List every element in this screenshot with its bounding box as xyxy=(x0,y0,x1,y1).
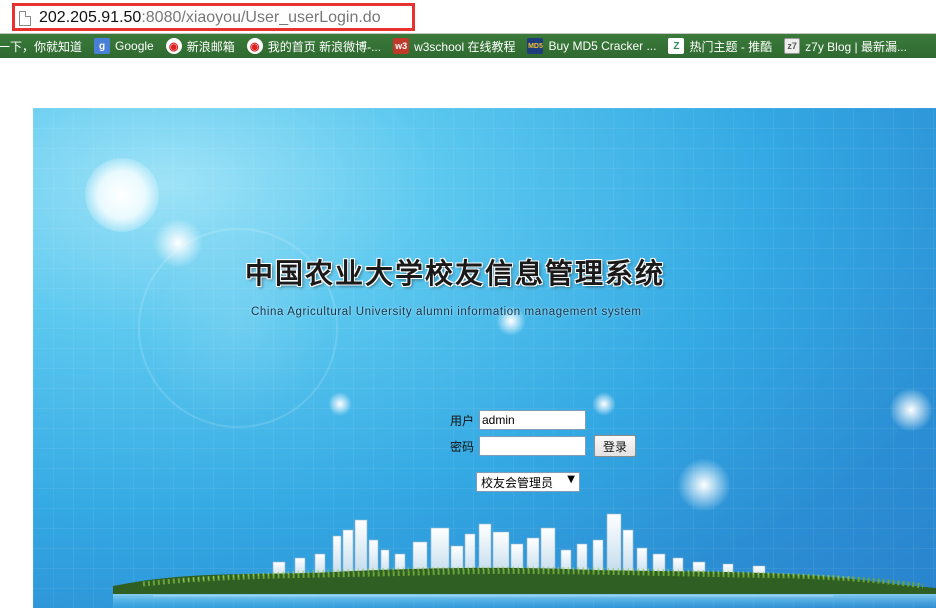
bookmark-label: 热门主题 - 推酷 xyxy=(689,39,773,54)
weibo-icon: ◉ xyxy=(246,38,263,54)
city-skyline xyxy=(113,513,936,608)
bookmark-md5[interactable]: MD5 Buy MD5 Cracker ... xyxy=(521,34,662,58)
google-icon: g xyxy=(94,38,111,54)
bookmark-label: 一下，你就知道 xyxy=(0,39,83,54)
md5-icon: MD5 xyxy=(527,38,544,54)
bookmark-google[interactable]: g Google xyxy=(88,34,160,58)
light-spark xyxy=(153,218,203,268)
url-field[interactable]: 202.205.91.50:8080/xiaoyou/User_userLogi… xyxy=(12,3,415,31)
bookmark-label: z7y Blog | 最新漏... xyxy=(805,39,907,54)
bookmark-w3school[interactable]: w3 w3school 在线教程 xyxy=(387,34,521,58)
username-label: 用户 xyxy=(450,414,475,428)
light-spark xyxy=(889,388,933,432)
address-bar: 202.205.91.50:8080/xiaoyou/User_userLogi… xyxy=(0,0,936,34)
password-input[interactable] xyxy=(479,436,586,456)
login-banner: 中国农业大学校友信息管理系统 China Agricultural Univer… xyxy=(33,108,936,608)
bookmark-weibo-home[interactable]: ◉ 我的首页 新浪微博-... xyxy=(241,34,387,58)
bookmark-z7y[interactable]: z7 z7y Blog | 最新漏... xyxy=(778,34,913,58)
url-path: :8080/xiaoyou/User_userLogin.do xyxy=(141,9,381,26)
system-subtitle: China Agricultural University alumni inf… xyxy=(251,306,642,318)
bookmark-label: 我的首页 新浪微博-... xyxy=(267,39,382,54)
z7y-icon: z7 xyxy=(784,38,801,54)
url-host: 202.205.91.50 xyxy=(39,9,142,26)
weibo-icon: ◉ xyxy=(165,38,182,54)
w3school-icon: w3 xyxy=(393,38,410,54)
password-label: 密码 xyxy=(450,440,475,454)
bookmarks-bar: 一下，你就知道 g Google ◉ 新浪邮箱 ◉ 我的首页 新浪微博-... … xyxy=(0,34,936,58)
bookmark-sina-mail[interactable]: ◉ 新浪邮箱 xyxy=(160,34,241,58)
sun-flare xyxy=(85,158,159,232)
page-icon xyxy=(19,11,31,26)
bookmark-tuicool[interactable]: Z 热门主题 - 推酷 xyxy=(662,34,778,58)
bookmark-label: Buy MD5 Cracker ... xyxy=(548,39,657,53)
bookmark-label: w3school 在线教程 xyxy=(414,39,516,54)
tuicool-icon: Z xyxy=(668,38,685,54)
light-spark xyxy=(592,392,616,416)
bookmark-label: 新浪邮箱 xyxy=(186,39,235,54)
login-button[interactable]: 登录 xyxy=(594,435,636,457)
light-spark xyxy=(328,392,352,416)
bookmark-label: Google xyxy=(115,39,154,53)
username-input[interactable] xyxy=(479,410,586,430)
url-text: 202.205.91.50:8080/xiaoyou/User_userLogi… xyxy=(39,8,381,28)
bookmark-baidu[interactable]: 一下，你就知道 xyxy=(0,34,88,58)
system-title: 中国农业大学校友信息管理系统 xyxy=(245,257,666,290)
